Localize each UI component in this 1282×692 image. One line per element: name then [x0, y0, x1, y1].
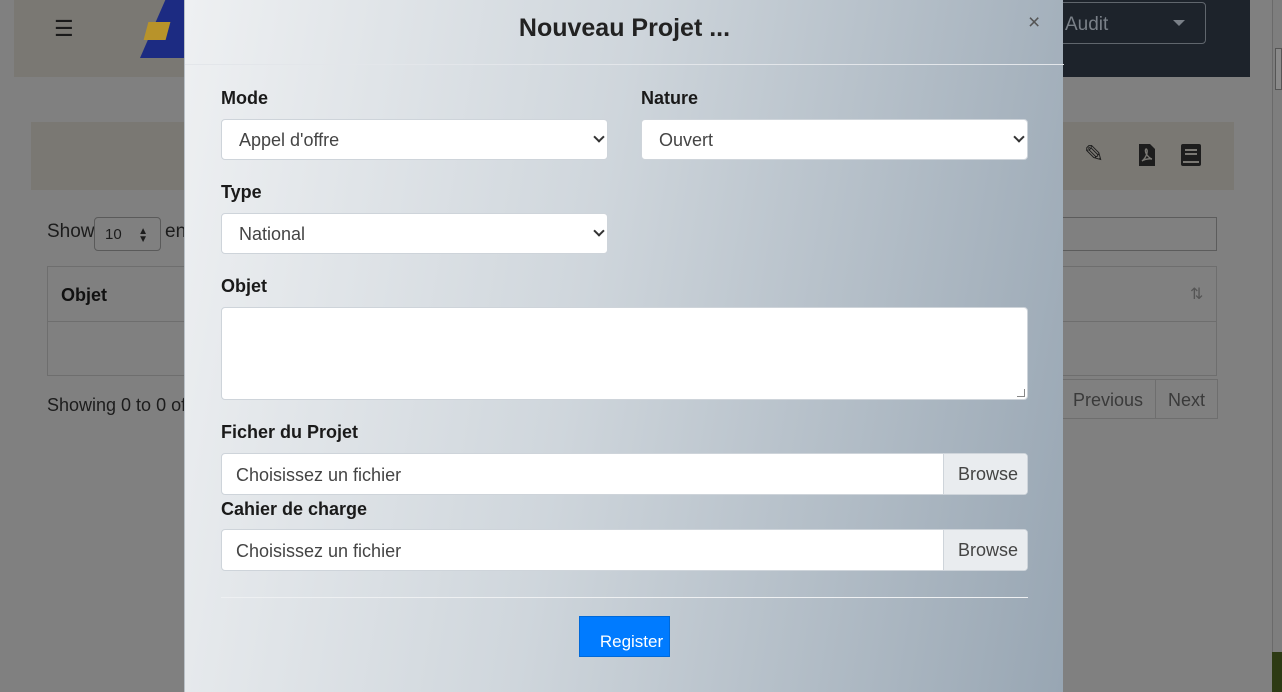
- caret-down-icon: [1173, 20, 1185, 26]
- resize-handle[interactable]: [1017, 389, 1025, 397]
- spec-file-browse-button[interactable]: Browse: [943, 530, 1027, 570]
- type-label: Type: [221, 182, 262, 202]
- nature-label: Nature: [641, 88, 699, 108]
- previous-button[interactable]: Previous: [1060, 380, 1155, 418]
- close-icon[interactable]: ×: [1028, 11, 1040, 35]
- project-file-label: Ficher du Projet: [221, 422, 359, 442]
- mode-select[interactable]: Appel d'offre: [221, 119, 608, 160]
- chevron-down-icon: [593, 131, 605, 143]
- project-file-browse-button[interactable]: Browse: [943, 454, 1027, 494]
- audit-dropdown-label: Audit: [1065, 14, 1109, 35]
- audit-dropdown[interactable]: Audit: [1052, 2, 1206, 44]
- page-size-value: 10: [105, 226, 122, 243]
- mode-select-value: Appel d'offre: [239, 130, 340, 150]
- nature-select-value: Ouvert: [659, 130, 714, 150]
- project-file-placeholder: Choisissez un fichier: [236, 465, 402, 485]
- register-button[interactable]: Register: [579, 616, 670, 657]
- page-size-select[interactable]: 10 ▲ ▼: [94, 217, 161, 251]
- column-header-objet[interactable]: Objet: [61, 285, 107, 306]
- updown-caret-icon: ▲ ▼: [138, 226, 148, 245]
- pagination: Previous Next: [1060, 379, 1219, 419]
- spec-file-placeholder: Choisissez un fichier: [236, 541, 402, 561]
- side-corner: [1272, 652, 1282, 692]
- pdf-icon[interactable]: [1137, 143, 1157, 172]
- entries-label: en: [165, 221, 187, 242]
- chevron-down-icon: [593, 225, 605, 237]
- project-file-input[interactable]: Choisissez un fichier Browse: [221, 453, 1028, 495]
- chevron-down-icon: [1013, 131, 1025, 143]
- pencil-icon[interactable]: ✎: [1084, 143, 1104, 167]
- type-select[interactable]: National: [221, 213, 608, 254]
- nature-select[interactable]: Ouvert: [641, 119, 1028, 160]
- book-icon[interactable]: [1180, 143, 1202, 172]
- side-scrollbar[interactable]: [1272, 0, 1282, 692]
- new-project-modal: Nouveau Projet ... × Mode Appel d'offre …: [184, 0, 1064, 692]
- show-label: Show: [47, 221, 95, 242]
- objet-label: Objet: [221, 276, 268, 296]
- spec-file-input[interactable]: Choisissez un fichier Browse: [221, 529, 1028, 571]
- search-input[interactable]: [1063, 217, 1217, 251]
- type-select-value: National: [239, 224, 306, 244]
- mode-label: Mode: [221, 88, 268, 108]
- modal-footer-divider: [221, 597, 1028, 598]
- hamburger-icon[interactable]: ☰: [54, 18, 74, 40]
- objet-textarea[interactable]: [221, 307, 1028, 400]
- table-info: Showing 0 to 0 of: [47, 395, 187, 415]
- next-button[interactable]: Next: [1155, 380, 1217, 418]
- modal-header-divider: [185, 64, 1064, 65]
- modal-title: Nouveau Projet ...: [518, 14, 731, 42]
- sort-icon[interactable]: ⇅: [1190, 284, 1203, 304]
- side-widget: [1275, 48, 1282, 90]
- spec-file-label: Cahier de charge: [221, 499, 368, 519]
